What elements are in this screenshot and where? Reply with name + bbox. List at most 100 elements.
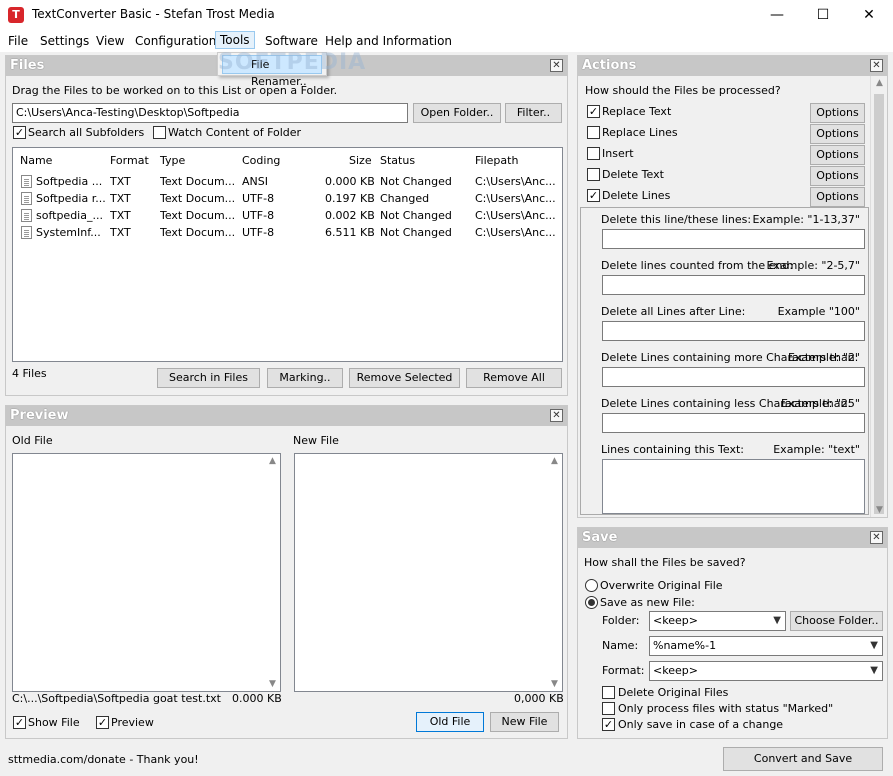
scroll-up-icon[interactable]: ▲: [265, 456, 280, 466]
lines-containing-textarea[interactable]: [602, 459, 865, 514]
table-row[interactable]: Softpedia r... TXT Text Docum... UTF-8 0…: [13, 190, 562, 207]
open-folder-button[interactable]: Open Folder..: [413, 103, 501, 123]
files-close-icon[interactable]: ✕: [550, 59, 563, 72]
delete-from-end-example: Example: "2-5,7": [766, 259, 860, 272]
search-in-files-button[interactable]: Search in Files: [157, 368, 260, 388]
new-file-button[interactable]: New File: [490, 712, 559, 732]
old-file-preview[interactable]: ▲ ▼: [12, 453, 281, 692]
folder-path-input[interactable]: C:\Users\Anca-Testing\Desktop\Softpedia: [12, 103, 408, 123]
minimize-button[interactable]: —: [754, 0, 800, 30]
delete-text-options-button[interactable]: Options: [810, 166, 865, 186]
preview-close-icon[interactable]: ✕: [550, 409, 563, 422]
col-format[interactable]: Format: [110, 154, 149, 167]
title-bar: T TextConverter Basic - Stefan Trost Med…: [0, 0, 893, 30]
actions-header: Actions: [578, 56, 887, 76]
watch-folder-checkbox[interactable]: [153, 126, 166, 139]
delete-from-end-input[interactable]: [602, 275, 865, 295]
filter-button[interactable]: Filter..: [505, 103, 562, 123]
choose-folder-button[interactable]: Choose Folder..: [790, 611, 883, 631]
preview-panel: Preview ✕ Old File New File ▲ ▼ ▲ ▼ C:\.…: [5, 405, 568, 739]
maximize-button[interactable]: ☐: [800, 0, 846, 30]
file-list[interactable]: Name Format Type Coding Size Status File…: [12, 147, 563, 362]
delete-lines-options-button[interactable]: Options: [810, 187, 865, 207]
marking-button[interactable]: Marking..: [267, 368, 343, 388]
old-file-path: C:\...\Softpedia\Softpedia goat test.txt: [12, 692, 221, 705]
row-size: 6.511 KB: [325, 226, 375, 239]
close-window-button[interactable]: ✕: [846, 0, 892, 30]
row-type: Text Docum...: [160, 175, 236, 188]
scroll-down-icon[interactable]: ▼: [547, 679, 562, 689]
delete-line-input[interactable]: [602, 229, 865, 249]
col-coding[interactable]: Coding: [242, 154, 280, 167]
insert-label: Insert: [602, 147, 634, 160]
scroll-up-icon[interactable]: ▲: [872, 78, 887, 88]
col-status[interactable]: Status: [380, 154, 415, 167]
save-new-radio[interactable]: [585, 596, 598, 609]
format-select[interactable]: <keep> ▼: [649, 661, 883, 681]
only-change-label: Only save in case of a change: [618, 718, 784, 731]
delete-from-end-label: Delete lines counted from the end:: [601, 259, 794, 272]
overwrite-radio[interactable]: [585, 579, 598, 592]
menu-help[interactable]: Help and Information: [321, 33, 456, 51]
replace-text-checkbox[interactable]: ✓: [587, 105, 600, 118]
old-file-button[interactable]: Old File: [416, 712, 484, 732]
scrollbar-thumb[interactable]: [874, 94, 884, 514]
table-row[interactable]: SystemInf... TXT Text Docum... UTF-8 6.5…: [13, 224, 562, 241]
delete-after-input[interactable]: [602, 321, 865, 341]
only-marked-checkbox[interactable]: [602, 702, 615, 715]
row-coding: UTF-8: [242, 226, 275, 239]
name-select[interactable]: %name%-1 ▼: [649, 636, 883, 656]
col-size[interactable]: Size: [349, 154, 372, 167]
replace-lines-checkbox[interactable]: [587, 126, 600, 139]
menu-software[interactable]: Software: [261, 33, 322, 51]
file-count: 4 Files: [12, 367, 47, 380]
col-name[interactable]: Name: [20, 154, 52, 167]
search-subfolders-checkbox[interactable]: ✓: [13, 126, 26, 139]
delete-line-label: Delete this line/these lines:: [601, 213, 752, 226]
search-subfolders-label: Search all Subfolders: [28, 126, 145, 139]
replace-text-options-button[interactable]: Options: [810, 103, 865, 123]
name-value: %name%-1: [653, 639, 717, 652]
remove-selected-button[interactable]: Remove Selected: [349, 368, 460, 388]
insert-options-button[interactable]: Options: [810, 145, 865, 165]
actions-close-icon[interactable]: ✕: [870, 59, 883, 72]
table-row[interactable]: Softpedia ... TXT Text Docum... ANSI 0.0…: [13, 173, 562, 190]
menu-file[interactable]: File: [4, 33, 32, 51]
scroll-down-icon[interactable]: ▼: [265, 679, 280, 689]
delete-original-label: Delete Original Files: [618, 686, 729, 699]
row-coding: UTF-8: [242, 209, 275, 222]
row-name: Softpedia ...: [36, 175, 103, 188]
delete-less-chars-input[interactable]: [602, 413, 865, 433]
delete-less-chars-example: Example: "25": [780, 397, 860, 410]
col-type[interactable]: Type: [160, 154, 185, 167]
menu-configuration[interactable]: Configuration: [131, 33, 220, 51]
show-file-checkbox[interactable]: ✓: [13, 716, 26, 729]
table-row[interactable]: softpedia_... TXT Text Docum... UTF-8 0.…: [13, 207, 562, 224]
actions-scrollbar[interactable]: ▲ ▼: [870, 76, 887, 517]
menu-settings[interactable]: Settings: [36, 33, 93, 51]
row-type: Text Docum...: [160, 226, 236, 239]
chevron-down-icon: ▼: [870, 640, 878, 651]
new-file-preview[interactable]: ▲ ▼: [294, 453, 563, 692]
replace-text-label: Replace Text: [602, 105, 672, 118]
delete-more-chars-input[interactable]: [602, 367, 865, 387]
scroll-down-icon[interactable]: ▼: [872, 505, 887, 515]
menu-tools[interactable]: Tools: [215, 31, 255, 49]
delete-original-checkbox[interactable]: [602, 686, 615, 699]
col-filepath[interactable]: Filepath: [475, 154, 518, 167]
delete-line-example: Example: "1-13,37": [752, 213, 860, 226]
folder-select[interactable]: <keep> ▼: [649, 611, 786, 631]
delete-lines-checkbox[interactable]: ✓: [587, 189, 600, 202]
row-name: softpedia_...: [36, 209, 103, 222]
insert-checkbox[interactable]: [587, 147, 600, 160]
row-name: Softpedia r...: [36, 192, 106, 205]
menu-view[interactable]: View: [92, 33, 128, 51]
preview-checkbox[interactable]: ✓: [96, 716, 109, 729]
convert-and-save-button[interactable]: Convert and Save: [723, 747, 883, 771]
save-close-icon[interactable]: ✕: [870, 531, 883, 544]
delete-text-checkbox[interactable]: [587, 168, 600, 181]
remove-all-button[interactable]: Remove All: [466, 368, 562, 388]
scroll-up-icon[interactable]: ▲: [547, 456, 562, 466]
replace-lines-options-button[interactable]: Options: [810, 124, 865, 144]
only-change-checkbox[interactable]: ✓: [602, 718, 615, 731]
